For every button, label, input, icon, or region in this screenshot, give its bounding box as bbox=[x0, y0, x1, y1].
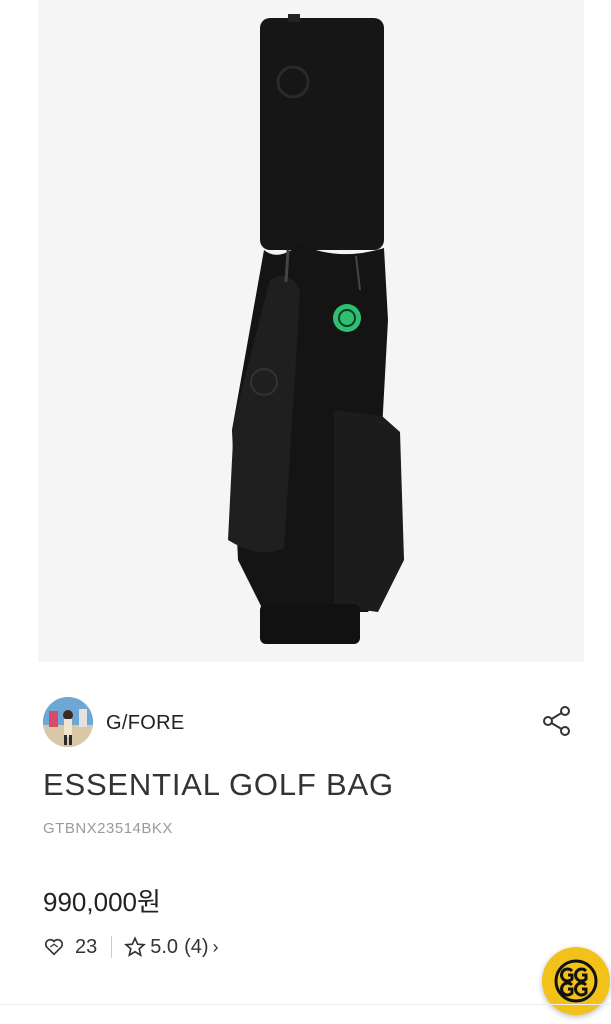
brand-row: G/FORE bbox=[43, 697, 575, 749]
product-image[interactable] bbox=[38, 0, 584, 662]
brand-avatar[interactable] bbox=[43, 697, 93, 747]
gfore-logo-icon bbox=[554, 959, 598, 1003]
share-button[interactable] bbox=[539, 703, 575, 739]
star-icon bbox=[124, 936, 147, 957]
brand-name[interactable]: G/FORE bbox=[106, 712, 184, 735]
product-price: 990,000원 bbox=[43, 887, 161, 917]
review-count[interactable]: (4) bbox=[184, 936, 208, 959]
meta-divider bbox=[111, 936, 113, 958]
golf-bag-illustration bbox=[228, 14, 404, 644]
section-divider bbox=[0, 1004, 611, 1005]
chevron-right-icon[interactable]: › bbox=[213, 937, 219, 958]
heart-icon[interactable] bbox=[43, 936, 65, 958]
product-title: ESSENTIAL GOLF BAG bbox=[43, 767, 394, 802]
product-sku: GTBNX23514BKX bbox=[43, 820, 173, 837]
rating-value[interactable]: 5.0 bbox=[150, 936, 178, 959]
like-count: 23 bbox=[75, 935, 98, 958]
share-icon bbox=[543, 706, 570, 736]
product-meta: 23 5.0 (4) › bbox=[43, 934, 219, 960]
